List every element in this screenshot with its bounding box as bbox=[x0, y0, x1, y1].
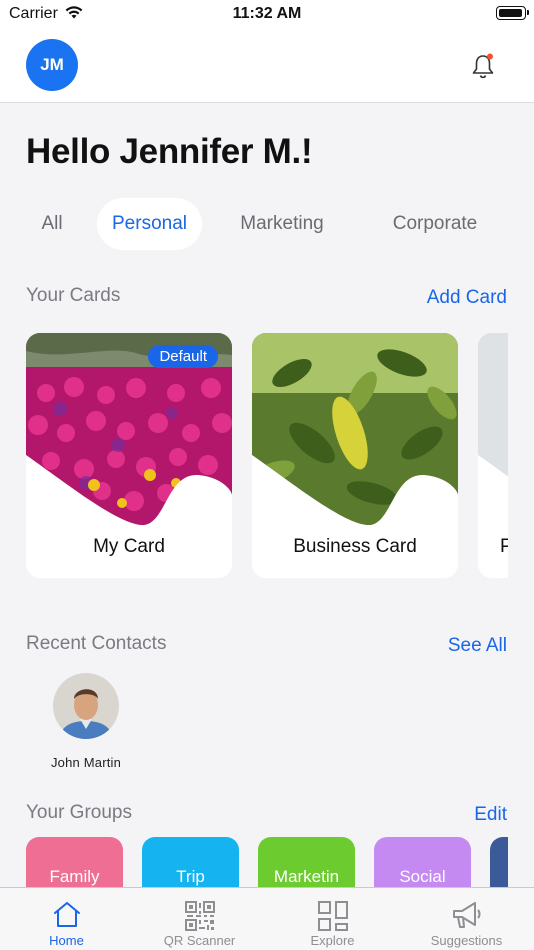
cards-carousel[interactable]: Default My Card Business Card P bbox=[26, 333, 508, 578]
status-bar: Carrier 11:32 AM bbox=[0, 0, 534, 28]
group-partial[interactable] bbox=[490, 837, 508, 887]
tab-personal[interactable]: Personal bbox=[97, 198, 202, 250]
tabbar-qr-scanner[interactable]: QR Scanner bbox=[133, 888, 266, 950]
tab-marketing[interactable]: Marketing bbox=[224, 198, 340, 250]
tabbar-label: Home bbox=[49, 933, 84, 948]
tab-all[interactable]: All bbox=[26, 198, 78, 250]
group-marketing[interactable]: Marketin bbox=[258, 837, 355, 887]
grid-icon bbox=[317, 901, 348, 931]
edit-groups-button[interactable]: Edit bbox=[474, 804, 507, 826]
group-trip[interactable]: Trip bbox=[142, 837, 239, 887]
notification-bell-icon[interactable] bbox=[470, 52, 496, 80]
card-label: Business Card bbox=[293, 536, 417, 557]
top-header: JM bbox=[0, 28, 534, 103]
card-business-card[interactable]: Business Card bbox=[252, 333, 458, 578]
contact-item[interactable]: John Martin bbox=[40, 673, 132, 770]
clock: 11:32 AM bbox=[232, 5, 302, 22]
home-icon bbox=[53, 902, 80, 927]
tab-corporate[interactable]: Corporate bbox=[376, 198, 494, 250]
tabbar-label: Explore bbox=[310, 933, 355, 948]
tabbar-label: QR Scanner bbox=[163, 933, 236, 948]
default-badge: Default bbox=[148, 345, 218, 368]
tabbar-explore[interactable]: Explore bbox=[266, 888, 399, 950]
add-card-button[interactable]: Add Card bbox=[427, 287, 507, 309]
tabbar-label: Suggestions bbox=[430, 933, 503, 948]
battery-icon bbox=[496, 6, 529, 20]
card-label: P bbox=[500, 536, 508, 557]
contact-avatar bbox=[53, 673, 119, 739]
qr-icon bbox=[184, 901, 215, 931]
contact-name: John Martin bbox=[50, 755, 122, 770]
group-social[interactable]: Social bbox=[374, 837, 471, 887]
bottom-tab-bar: Home QR Scanner Explore Suggestions bbox=[0, 887, 534, 950]
tabbar-home[interactable]: Home bbox=[0, 888, 133, 950]
card-partial[interactable]: P bbox=[478, 333, 508, 578]
greeting-title: Hello Jennifer M.! bbox=[26, 132, 313, 171]
tabbar-suggestions[interactable]: Suggestions bbox=[400, 888, 533, 950]
recent-contacts-title: Recent Contacts bbox=[26, 633, 167, 654]
card-label: My Card bbox=[93, 536, 165, 557]
home-screen: Carrier 11:32 AM JM Hello Jennifer M.! A… bbox=[0, 0, 534, 950]
your-cards-title: Your Cards bbox=[26, 285, 121, 306]
groups-carousel[interactable]: Family Trip Marketin Social bbox=[26, 837, 508, 887]
megaphone-icon bbox=[452, 902, 480, 928]
profile-avatar[interactable]: JM bbox=[26, 39, 78, 91]
your-groups-title: Your Groups bbox=[26, 802, 132, 823]
card-my-card[interactable]: Default My Card bbox=[26, 333, 232, 578]
see-all-button[interactable]: See All bbox=[448, 635, 507, 657]
group-family[interactable]: Family bbox=[26, 837, 123, 887]
